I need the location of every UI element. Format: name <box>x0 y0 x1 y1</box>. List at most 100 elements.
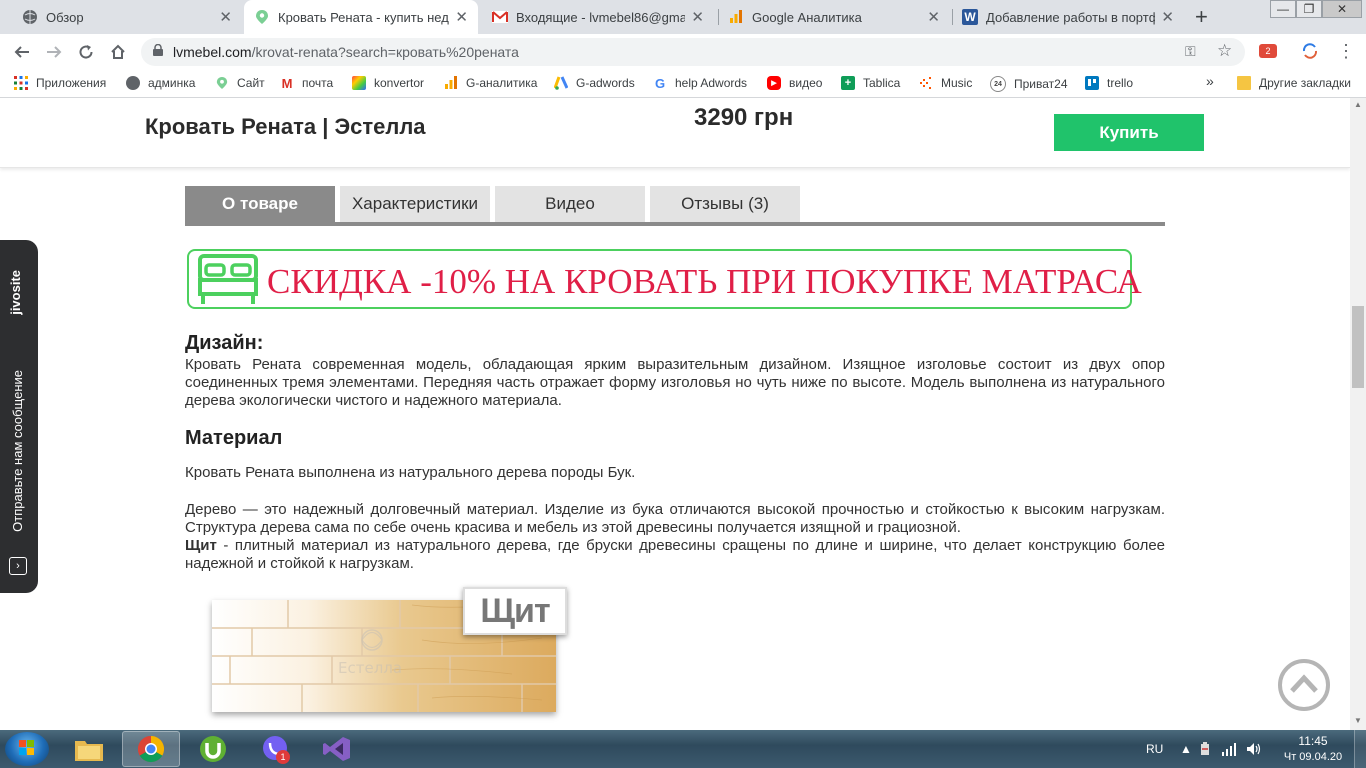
taskbar-visual-studio[interactable] <box>308 731 366 767</box>
bookmark-help-adwords[interactable]: G help Adwords <box>653 76 747 91</box>
network-signal-icon[interactable] <box>1222 730 1238 768</box>
bookmark-music[interactable]: Music <box>919 76 972 90</box>
jivosite-chat-widget[interactable]: jivosite Отправьте нам сообщение › <box>0 240 38 593</box>
analytics-icon <box>444 76 458 90</box>
start-button[interactable] <box>5 732 49 766</box>
bookmark-label: Music <box>941 76 973 90</box>
other-bookmarks-folder[interactable]: Другие закладки <box>1237 76 1351 90</box>
scrollbar-thumb[interactable] <box>1352 306 1364 388</box>
reload-button[interactable] <box>74 41 98 63</box>
extension-button[interactable]: 2 <box>1256 40 1280 62</box>
address-bar[interactable]: lvmebel.com/krovat-renata?search=кровать… <box>141 38 1245 66</box>
taskbar-chrome[interactable] <box>122 731 180 767</box>
tab-reviews[interactable]: Отзывы (3) <box>650 186 800 222</box>
apps-grid-icon <box>14 76 28 90</box>
tab-google-analytics[interactable]: Google Аналитика ✕ <box>718 0 950 34</box>
bookmark-label: trello <box>1107 76 1134 90</box>
design-paragraph: Кровать Рената современная модель, облад… <box>185 356 1165 409</box>
show-hidden-icons-button[interactable]: ▲ <box>1180 730 1192 768</box>
scroll-down-arrow-icon[interactable]: ▼ <box>1354 716 1362 725</box>
taskbar-utorrent[interactable] <box>184 731 242 767</box>
buy-button[interactable]: Купить <box>1054 114 1204 151</box>
power-icon[interactable] <box>1198 730 1212 768</box>
menu-button[interactable]: ⋮ <box>1334 40 1358 62</box>
trello-icon <box>1085 76 1099 90</box>
youtube-icon: ▶ <box>767 76 781 90</box>
product-price: 3290 грн <box>694 104 794 131</box>
taskbar-clock[interactable]: 11:45 Чт 09.04.20 <box>1278 733 1348 765</box>
minimize-button[interactable]: — <box>1270 0 1296 18</box>
sync-extension-button[interactable] <box>1298 40 1322 62</box>
material-paragraph-2: Дерево — это надежный долговечный матери… <box>185 501 1165 536</box>
folder-icon <box>75 741 103 761</box>
scroll-to-top-button[interactable] <box>1278 659 1330 711</box>
adwords-icon <box>554 76 568 90</box>
page-scrollbar[interactable]: ▲ ▼ <box>1350 98 1366 730</box>
tab-title: Обзор <box>46 9 84 25</box>
bookmark-g-analytics[interactable]: G-аналитика <box>444 76 537 90</box>
volume-icon[interactable] <box>1246 730 1262 768</box>
back-button[interactable] <box>10 41 34 63</box>
show-desktop-button[interactable] <box>1354 730 1366 768</box>
promo-banner[interactable]: СКИДКА -10% НА КРОВАТЬ ПРИ ПОКУПКЕ МАТРА… <box>187 249 1142 309</box>
close-window-button[interactable]: ✕ <box>1322 0 1362 18</box>
bookmark-pochta[interactable]: M почта <box>280 76 334 91</box>
url-domain: lvmebel.com <box>173 44 252 60</box>
tabs-underline <box>185 222 1165 226</box>
close-tab-icon[interactable]: ✕ <box>927 8 940 26</box>
tab-portfolio[interactable]: W Добавление работы в портфо ✕ <box>952 0 1184 34</box>
close-tab-icon[interactable]: ✕ <box>691 8 704 26</box>
forward-button[interactable] <box>42 41 66 63</box>
music-icon <box>919 76 933 90</box>
tab-krovat-renata[interactable]: Кровать Рената - купить недор ✕ <box>244 0 478 34</box>
bookmark-video[interactable]: ▶ видео <box>767 76 822 90</box>
tab-title: Входящие - lvmebel86@gmail.c <box>516 9 686 25</box>
bookmark-privat24[interactable]: 24 Приват24 <box>990 76 1068 92</box>
lock-icon <box>153 44 163 56</box>
tab-video[interactable]: Видео <box>495 186 645 222</box>
send-message-label: Отправьте нам сообщение <box>10 370 25 532</box>
bookmark-label: Tablica <box>863 76 901 90</box>
bookmark-konvertor[interactable]: konvertor <box>352 76 424 90</box>
close-tab-icon[interactable]: ✕ <box>219 8 232 26</box>
tab-characteristics[interactable]: Характеристики <box>340 186 490 222</box>
close-tab-icon[interactable]: ✕ <box>1161 8 1174 26</box>
bookmark-label: Сайт <box>237 76 265 90</box>
gmail-icon <box>492 9 508 25</box>
maximize-button[interactable]: ❐ <box>1296 0 1322 18</box>
design-heading: Дизайн: <box>185 332 264 354</box>
bookmark-tablica[interactable]: + Tablica <box>841 76 900 90</box>
browser-tab-strip: Обзор ✕ Кровать Рената - купить недор ✕ … <box>0 0 1366 34</box>
new-tab-button[interactable]: + <box>1195 4 1208 30</box>
reload-icon <box>79 45 93 59</box>
shield-image-label: Щит <box>463 587 567 635</box>
bookmark-trello[interactable]: trello <box>1085 76 1133 90</box>
material-paragraph-1: Кровать Рената выполнена из натурального… <box>185 464 636 481</box>
url-path: /krovat-renata?search=кровать%20рената <box>251 44 519 60</box>
taskbar-viber[interactable]: 1 <box>246 731 304 767</box>
close-tab-icon[interactable]: ✕ <box>455 8 468 26</box>
bookmark-apps[interactable]: Приложения <box>14 76 106 90</box>
product-title: Кровать Рената | Эстелла <box>145 114 426 139</box>
bookmark-adminka[interactable]: админка <box>126 76 195 90</box>
home-button[interactable] <box>106 41 130 63</box>
bookmark-site[interactable]: Сайт <box>215 76 265 90</box>
tab-about[interactable]: О товаре <box>185 186 335 222</box>
windows-taskbar: 1 RU ▲ 11:45 Чт 09.04.20 <box>0 730 1366 768</box>
tab-gmail-inbox[interactable]: Входящие - lvmebel86@gmail.c ✕ <box>482 0 714 34</box>
taskbar-explorer[interactable] <box>60 731 118 767</box>
clock-date: Чт 09.04.20 <box>1283 751 1343 763</box>
scroll-up-arrow-icon[interactable]: ▲ <box>1354 100 1362 109</box>
bookmark-label: G-аналитика <box>466 76 538 90</box>
tab-overview[interactable]: Обзор ✕ <box>12 0 242 34</box>
bookmarks-bar: Приложения админка Сайт M почта konverto… <box>0 70 1366 98</box>
sync-icon <box>1302 43 1318 59</box>
visual-studio-icon <box>323 737 350 761</box>
shield-paragraph: Щит - плитный материал из натурального д… <box>185 537 1165 573</box>
language-indicator[interactable]: RU <box>1146 730 1163 768</box>
star-icon[interactable]: ☆ <box>1217 41 1232 61</box>
key-icon[interactable]: ⚿ <box>1185 43 1196 60</box>
material-heading: Материал <box>185 427 283 449</box>
bookmarks-more-button[interactable]: » <box>1206 73 1214 89</box>
bookmark-g-adwords[interactable]: G-adwords <box>554 76 635 90</box>
